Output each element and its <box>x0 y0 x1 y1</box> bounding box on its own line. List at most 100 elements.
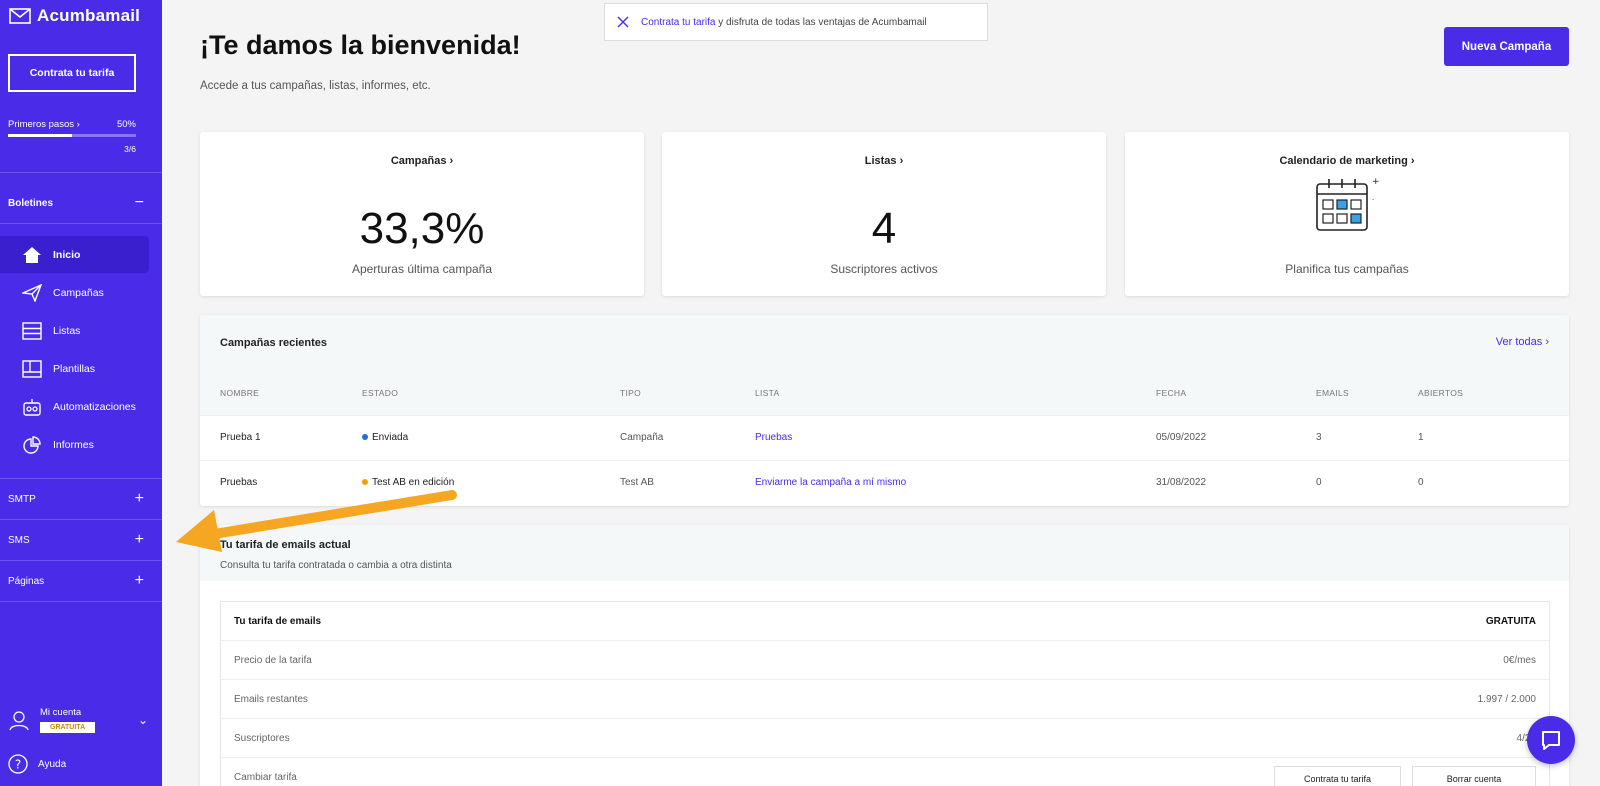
card-campaigns[interactable]: Campañas › 33,3% Aperturas última campañ… <box>200 132 644 296</box>
campaign-date: 31/08/2022 <box>1156 477 1207 488</box>
recent-campaigns-title: Campañas recientes <box>220 337 327 349</box>
robot-icon <box>20 395 44 419</box>
column-header[interactable]: ABIERTOS <box>1418 388 1463 398</box>
see-all-link[interactable]: Ver todas › <box>1496 336 1549 348</box>
paper-plane-icon <box>20 281 44 305</box>
envelope-logo-icon <box>9 8 31 24</box>
chevron-right-icon: › <box>76 119 80 130</box>
opened-count: 0 <box>1418 477 1424 488</box>
section-sms-label: SMS <box>8 534 30 546</box>
template-icon <box>20 357 44 381</box>
section-sms[interactable]: SMS + <box>8 532 144 548</box>
chevron-right-icon: › <box>1545 336 1549 348</box>
sidebar-item-listas[interactable]: Listas <box>0 312 149 349</box>
chart-pie-icon <box>20 433 44 457</box>
column-header[interactable]: LISTA <box>755 388 780 398</box>
contract-plan-button[interactable]: Contrata tu tarifa <box>8 54 136 92</box>
card-title: Calendario de marketing <box>1279 155 1408 167</box>
progress-fill <box>8 134 72 137</box>
new-campaign-button[interactable]: Nueva Campaña <box>1444 27 1569 66</box>
contract-plan-button[interactable]: Contrata tu tarifa <box>1274 766 1401 786</box>
card-caption: Aperturas última campaña <box>351 262 493 276</box>
plan-details-table: Tu tarifa de emails GRATUITA Precio de l… <box>220 601 1550 786</box>
emails-count: 3 <box>1316 432 1322 443</box>
column-header[interactable]: FECHA <box>1156 388 1186 398</box>
active-subscribers-value: 4 <box>871 204 897 253</box>
help-circle-icon: ? <box>8 754 28 774</box>
section-smtp-label: SMTP <box>8 493 36 505</box>
column-header[interactable]: NOMBRE <box>220 388 259 398</box>
chevron-right-icon: › <box>899 155 904 167</box>
opened-count: 1 <box>1418 432 1424 443</box>
first-steps-label: Primeros pasos <box>8 119 74 130</box>
list-link[interactable]: Enviarme la campaña a mí mismo <box>755 477 906 488</box>
banner-contract-link[interactable]: Contrata tu tarifa <box>641 17 715 28</box>
expand-plus-icon[interactable]: + <box>135 491 144 507</box>
sidebar-item-informes[interactable]: Informes <box>0 426 149 463</box>
sidebar-item-automatizaciones[interactable]: Automatizaciones <box>0 388 149 425</box>
divider <box>0 172 162 173</box>
emails-count: 0 <box>1316 477 1322 488</box>
plan-row: Cambiar tarifa Contrata tu tarifa Borrar… <box>221 758 1549 786</box>
brand-logo[interactable]: Acumbamail <box>9 6 140 26</box>
expand-plus-icon[interactable]: + <box>135 532 144 548</box>
list-link[interactable]: Pruebas <box>755 432 792 443</box>
plan-badge: GRATUITA <box>40 722 96 733</box>
svg-text:·: · <box>1372 196 1374 204</box>
expand-plus-icon[interactable]: + <box>135 573 144 589</box>
sidebar-item-plantillas[interactable]: Plantillas <box>0 350 149 387</box>
section-paginas[interactable]: Páginas + <box>8 573 144 589</box>
chevron-right-icon: › <box>449 155 454 167</box>
sidebar: Acumbamail Contrata tu tarifa Primeros p… <box>0 0 162 786</box>
user-avatar-icon <box>9 711 29 731</box>
sidebar-item-campanas[interactable]: Campañas <box>0 274 149 311</box>
card-marketing-calendar[interactable]: Calendario de marketing › + · Planifica … <box>1125 132 1569 296</box>
plan-row-label: Suscriptores <box>234 733 290 744</box>
campaign-type: Campaña <box>620 432 664 443</box>
card-title: Campañas <box>390 155 447 167</box>
section-newsletters-label: Boletines <box>8 197 54 209</box>
divider <box>0 223 162 224</box>
first-steps-progress-bar <box>8 134 136 137</box>
page-subtitle: Accede a tus campañas, listas, informes,… <box>200 80 431 92</box>
banner-text: y disfruta de todas las ventajas de Acum… <box>715 16 927 28</box>
divider <box>0 478 162 479</box>
brand-name: Acumbamail <box>37 6 141 25</box>
sidebar-item-label: Informes <box>53 438 94 451</box>
help-link[interactable]: ? Ayuda <box>8 754 66 774</box>
campaign-name[interactable]: Prueba 1 <box>220 432 261 443</box>
delete-account-button[interactable]: Borrar cuenta <box>1412 766 1536 786</box>
table-row[interactable]: Prueba 1 Enviada Campaña Pruebas 05/09/2… <box>200 415 1569 460</box>
first-steps-progress[interactable]: Primeros pasos › 50% <box>8 119 136 130</box>
plan-row-value: 1.997 / 2.000 <box>1477 694 1536 705</box>
section-newsletters[interactable]: Boletines − <box>8 195 144 211</box>
card-caption: Suscriptores activos <box>830 262 938 276</box>
sidebar-item-label: Automatizaciones <box>53 400 136 413</box>
chat-support-button[interactable] <box>1527 716 1575 764</box>
chevron-right-icon: › <box>1410 155 1415 167</box>
collapse-minus-icon[interactable]: − <box>135 195 144 211</box>
email-plan-panel: Tu tarifa de emails actual Consulta tu t… <box>200 525 1569 786</box>
svg-text:+: + <box>1372 177 1380 187</box>
column-header[interactable]: TIPO <box>620 388 641 398</box>
card-lists[interactable]: Listas › 4 Suscriptores activos <box>662 132 1106 296</box>
status-label: Enviada <box>372 432 409 443</box>
plan-row: Emails restantes 1.997 / 2.000 <box>221 680 1549 719</box>
recent-campaigns-panel: Campañas recientes Ver todas › NOMBRE ES… <box>200 315 1569 506</box>
section-smtp[interactable]: SMTP + <box>8 491 144 507</box>
page-title: ¡Te damos la bienvenida! <box>200 30 521 60</box>
campaign-type: Test AB <box>620 477 654 488</box>
column-header[interactable]: ESTADO <box>362 388 398 398</box>
sidebar-item-inicio[interactable]: Inicio <box>0 236 149 273</box>
chevron-down-icon[interactable]: ⌄ <box>138 713 148 727</box>
close-icon[interactable] <box>605 16 641 28</box>
card-caption: Planifica tus campañas <box>1285 262 1409 276</box>
calendar-illustration-icon: + · <box>1316 177 1380 231</box>
column-header[interactable]: EMAILS <box>1316 388 1349 398</box>
account-menu[interactable]: Mi cuenta GRATUITA ⌄ <box>8 702 148 738</box>
plan-row: Tu tarifa de emails GRATUITA <box>221 602 1549 641</box>
plan-row-label: Emails restantes <box>234 694 308 705</box>
plan-row-value: GRATUITA <box>1485 616 1536 627</box>
plan-row-label: Tu tarifa de emails <box>234 616 322 627</box>
divider <box>0 560 162 561</box>
